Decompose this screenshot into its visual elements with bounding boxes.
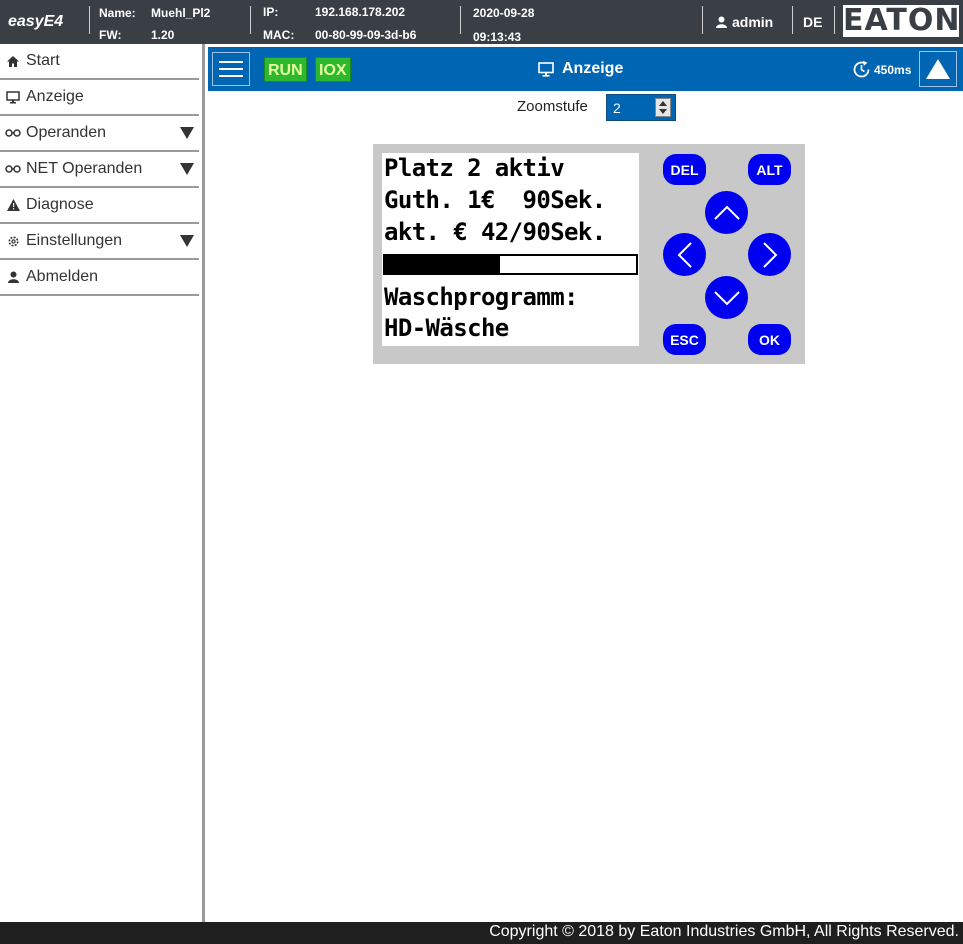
user-icon — [0, 271, 26, 283]
ip-label: IP: — [263, 5, 279, 19]
triangle-up-icon — [926, 59, 950, 79]
zoom-spinner[interactable] — [655, 98, 671, 117]
menu-icon — [219, 61, 243, 63]
sidebar-item-label: Abmelden — [26, 268, 99, 285]
sidebar: Start Anzeige Operanden NET Operanden Di… — [0, 44, 205, 922]
chevron-up-icon — [713, 205, 740, 220]
lcd-line: akt. € 42/90Sek. — [384, 218, 606, 246]
zoom-value: 2 — [613, 100, 621, 116]
glasses-icon — [0, 165, 26, 173]
fw-label: FW: — [99, 28, 122, 42]
device-display-panel: Platz 2 aktiv Guth. 1€ 90Sek. akt. € 42/… — [373, 144, 805, 364]
sidebar-item-start[interactable]: Start — [0, 44, 199, 80]
lcd-line: Platz 2 aktiv — [384, 154, 565, 182]
chevron-down-icon[interactable] — [175, 127, 199, 139]
warning-icon — [0, 199, 26, 211]
chevron-right-icon — [762, 241, 777, 268]
sidebar-item-net-operanden[interactable]: NET Operanden — [0, 152, 199, 188]
mac-address: 00-80-99-09-3d-b6 — [315, 28, 417, 42]
progress-fill — [385, 256, 501, 273]
gear-icon — [0, 235, 26, 248]
chevron-down-icon — [713, 290, 740, 305]
header-divider — [792, 6, 793, 34]
monitor-icon — [538, 61, 554, 77]
glasses-icon — [0, 129, 26, 137]
refresh-cycle[interactable]: 450ms — [852, 60, 911, 79]
sidebar-item-label: NET Operanden — [26, 160, 143, 177]
mac-label: MAC: — [263, 28, 295, 42]
sidebar-item-operanden[interactable]: Operanden — [0, 116, 199, 152]
copyright-text: Copyright © 2018 by Eaton Industries Gmb… — [489, 923, 959, 940]
scroll-up-button[interactable] — [919, 51, 957, 87]
lcd-line: HD-Wäsche — [384, 314, 509, 342]
device-name: Muehl_Pl2 — [151, 6, 211, 20]
ip-address: 192.168.178.202 — [315, 5, 406, 19]
right-button[interactable] — [748, 233, 791, 276]
lcd-line: Guth. 1€ 90Sek. — [384, 186, 606, 214]
esc-button[interactable]: ESC — [663, 324, 706, 355]
zoom-level-stepper[interactable]: 2 — [606, 94, 676, 121]
language-selector[interactable]: DE — [803, 14, 822, 30]
name-label: Name: — [99, 6, 136, 20]
lcd-line: Waschprogramm: — [384, 283, 578, 311]
lcd-screen: Platz 2 aktiv Guth. 1€ 90Sek. akt. € 42/… — [382, 153, 639, 346]
menu-icon — [219, 68, 243, 70]
username: admin — [732, 14, 774, 30]
sidebar-item-einstellungen[interactable]: Einstellungen — [0, 224, 199, 260]
credit-progress-bar — [383, 254, 638, 275]
monitor-icon — [0, 90, 26, 104]
user-icon — [716, 16, 727, 28]
spin-up-icon[interactable] — [659, 100, 667, 106]
sidebar-item-label: Diagnose — [26, 196, 94, 213]
alt-button[interactable]: ALT — [748, 154, 791, 185]
down-button[interactable] — [705, 276, 748, 319]
page-title: Anzeige — [538, 60, 623, 78]
chevron-left-icon — [677, 241, 692, 268]
top-header: easyE4 Name: Muehl_Pl2 FW: 1.20 IP: 192.… — [0, 0, 963, 44]
left-button[interactable] — [663, 233, 706, 276]
spin-down-icon[interactable] — [659, 109, 667, 115]
home-icon — [0, 55, 26, 67]
chevron-down-icon[interactable] — [175, 163, 199, 175]
footer: Copyright © 2018 by Eaton Industries Gmb… — [0, 922, 963, 944]
header-divider — [460, 6, 461, 34]
del-button[interactable]: DEL — [663, 154, 706, 185]
sidebar-item-label: Einstellungen — [26, 232, 123, 249]
main-toolbar: RUN IOX Anzeige 450ms — [208, 47, 963, 91]
time: 09:13:43 — [473, 30, 522, 44]
user-menu[interactable]: admin — [716, 14, 773, 30]
sidebar-item-label: Start — [26, 52, 60, 69]
refresh-clock-icon — [853, 60, 870, 78]
header-divider — [834, 6, 835, 34]
header-divider — [89, 6, 90, 34]
firmware-version: 1.20 — [151, 28, 175, 42]
header-divider — [702, 6, 703, 34]
zoom-label: Zoomstufe — [517, 98, 588, 115]
chevron-down-icon[interactable] — [175, 235, 199, 247]
eaton-logo: EATON — [843, 3, 961, 38]
page-title-text: Anzeige — [562, 60, 624, 77]
iox-status-badge: IOX — [315, 57, 351, 82]
brand-name: easyE4 — [8, 13, 64, 30]
run-status-badge: RUN — [264, 57, 307, 82]
header-divider — [250, 6, 251, 34]
sidebar-item-anzeige[interactable]: Anzeige — [0, 80, 199, 116]
sidebar-item-label: Anzeige — [26, 88, 84, 105]
hamburger-menu-button[interactable] — [212, 52, 250, 86]
menu-icon — [219, 75, 243, 77]
date: 2020-09-28 — [473, 6, 535, 20]
sidebar-item-label: Operanden — [26, 124, 107, 141]
up-button[interactable] — [705, 191, 748, 234]
cycle-time: 450ms — [874, 62, 912, 77]
sidebar-item-abmelden[interactable]: Abmelden — [0, 260, 199, 296]
sidebar-item-diagnose[interactable]: Diagnose — [0, 188, 199, 224]
ok-button[interactable]: OK — [748, 324, 791, 355]
